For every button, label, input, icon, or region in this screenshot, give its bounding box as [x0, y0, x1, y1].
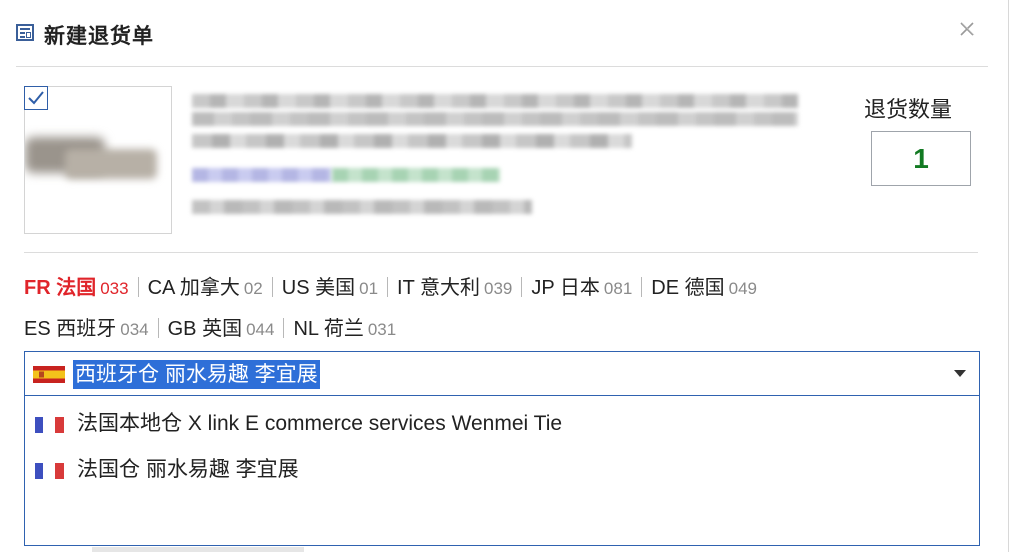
chevron-down-icon[interactable]: [954, 370, 966, 377]
divider: [387, 277, 389, 297]
product-checkbox[interactable]: [24, 86, 48, 110]
country-count: 02: [243, 279, 263, 298]
country-name: DE 德国: [651, 277, 725, 299]
france-flag-icon: [35, 417, 65, 433]
return-quantity-label: 退货数量: [864, 97, 953, 122]
title-bar: 新建退货单: [0, 0, 1009, 68]
return-quantity-value: 1: [913, 143, 929, 174]
country-name: IT 意大利: [397, 277, 480, 299]
divider: [283, 318, 285, 338]
country-count: 049: [728, 279, 758, 298]
country-tab-de[interactable]: DE 德国 049: [651, 268, 757, 309]
country-count: 034: [120, 320, 149, 339]
country-count: 031: [367, 320, 397, 339]
country-name: US 美国: [281, 277, 356, 299]
country-tab-fr[interactable]: FR 法国 033: [24, 268, 129, 309]
country-filter-bar: FR 法国 033 CA 加拿大 02 US 美国 01 IT 意大利 039 JP 日本 081…: [24, 268, 984, 350]
form-icon: [16, 24, 34, 41]
warehouse-option-label: 法国仓 丽水易趣 李宜展: [77, 458, 299, 481]
france-flag-icon: [35, 463, 65, 479]
close-icon[interactable]: [956, 18, 978, 40]
country-count: 033: [100, 279, 129, 298]
country-name: NL 荷兰: [293, 318, 364, 340]
warehouse-option[interactable]: 法国仓 丽水易趣 李宜展: [25, 450, 979, 490]
country-name: GB 英国: [167, 318, 243, 340]
divider: [641, 277, 643, 297]
divider: [157, 318, 159, 338]
country-tab-ca[interactable]: CA 加拿大 02: [148, 268, 263, 309]
country-name: CA 加拿大: [147, 277, 240, 299]
check-icon: [28, 91, 44, 105]
country-count: 039: [484, 279, 513, 298]
country-tab-es[interactable]: ES 西班牙 034: [24, 309, 149, 350]
country-tab-us[interactable]: US 美国 01: [282, 268, 378, 309]
spain-flag-icon: [33, 366, 65, 383]
return-quantity-input[interactable]: 1: [871, 131, 971, 186]
country-count: 01: [359, 279, 379, 298]
country-count: 044: [246, 320, 275, 339]
country-name: JP 日本: [531, 277, 600, 299]
underlying-control-edge: [92, 547, 304, 552]
warehouse-selected-value: 西班牙仓 丽水易趣 李宜展: [73, 360, 320, 389]
new-return-order-dialog: 新建退货单 退货数量 1 FR 法国 033 CA 加拿大 02 US 美国 01 IT 意…: [0, 0, 1009, 552]
warehouse-option[interactable]: 法国本地仓 X link E commerce services Wenmei …: [25, 404, 979, 444]
dialog-title: 新建退货单: [44, 25, 154, 48]
divider: [271, 277, 273, 297]
country-name: FR 法国: [24, 277, 97, 299]
divider: [521, 277, 523, 297]
product-info-blurred: [180, 88, 810, 238]
country-tab-jp[interactable]: JP 日本 081: [531, 268, 632, 309]
country-count: 081: [603, 279, 633, 298]
warehouse-option-label: 法国本地仓 X link E commerce services Wenmei …: [77, 412, 563, 435]
warehouse-dropdown-list: 法国本地仓 X link E commerce services Wenmei …: [24, 396, 980, 546]
country-tab-it[interactable]: IT 意大利 039: [397, 268, 512, 309]
warehouse-select[interactable]: 西班牙仓 丽水易趣 李宜展: [24, 351, 980, 396]
section-divider: [24, 252, 978, 253]
country-tab-nl[interactable]: NL 荷兰 031: [293, 309, 396, 350]
country-name: ES 西班牙: [24, 318, 117, 340]
divider: [137, 277, 139, 297]
country-tab-gb[interactable]: GB 英国 044: [168, 309, 275, 350]
title-divider: [16, 66, 988, 67]
